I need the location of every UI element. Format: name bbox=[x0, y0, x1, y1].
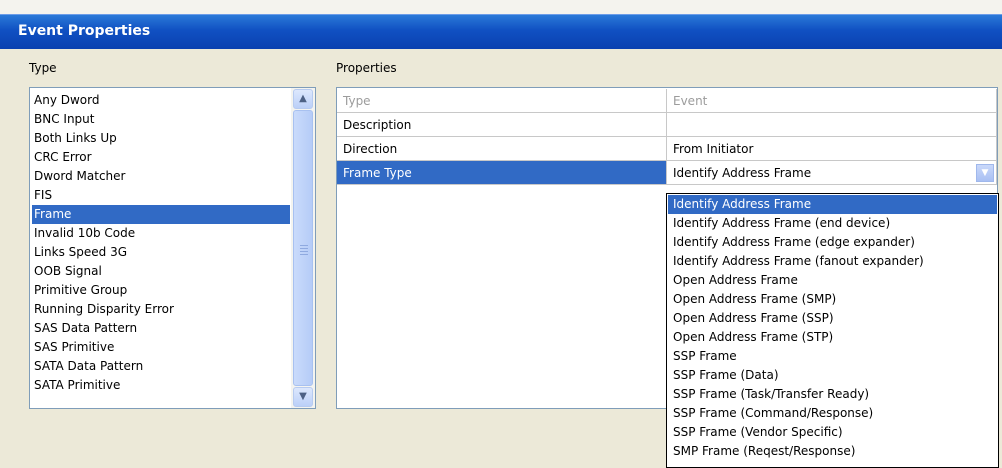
description-value-field[interactable] bbox=[667, 113, 997, 137]
type-item-both-links-up[interactable]: Both Links Up bbox=[32, 129, 290, 148]
thumb-grip-line bbox=[300, 254, 308, 255]
property-name: Direction bbox=[337, 137, 667, 161]
scroll-down-button[interactable]: ▼ bbox=[293, 387, 313, 407]
type-item-running-disparity-error[interactable]: Running Disparity Error bbox=[32, 300, 290, 319]
dropdown-option[interactable]: Identify Address Frame bbox=[668, 195, 997, 214]
scroll-up-button[interactable]: ▲ bbox=[293, 89, 313, 109]
dropdown-option[interactable]: Open Address Frame (SMP) bbox=[668, 290, 997, 309]
properties-label: Properties bbox=[336, 61, 397, 75]
property-row-type[interactable]: Type Event bbox=[337, 89, 997, 113]
property-row-description[interactable]: Description bbox=[337, 113, 997, 137]
dropdown-option[interactable]: Identify Address Frame (fanout expander) bbox=[668, 252, 997, 271]
chevron-down-icon: ▼ bbox=[299, 391, 307, 402]
dropdown-option[interactable]: SSP Frame (Data) bbox=[668, 366, 997, 385]
type-item-sata-primitive[interactable]: SATA Primitive bbox=[32, 376, 290, 395]
chevron-up-icon: ▲ bbox=[299, 93, 307, 104]
background-strip bbox=[0, 0, 1002, 14]
type-item-links-speed-3g[interactable]: Links Speed 3G bbox=[32, 243, 290, 262]
dropdown-option[interactable]: Identify Address Frame (edge expander) bbox=[668, 233, 997, 252]
type-item-dword-matcher[interactable]: Dword Matcher bbox=[32, 167, 290, 186]
property-name: Type bbox=[337, 89, 667, 113]
dropdown-option[interactable]: Identify Address Frame (end device) bbox=[668, 214, 997, 233]
window-title: Event Properties bbox=[18, 23, 151, 39]
property-name: Description bbox=[337, 113, 667, 137]
type-item-invalid-10b-code[interactable]: Invalid 10b Code bbox=[32, 224, 290, 243]
chevron-down-icon: ▼ bbox=[981, 168, 989, 178]
property-row-frame-type[interactable]: Frame Type Identify Address Frame ▼ bbox=[337, 161, 997, 185]
frame-type-combobox[interactable]: Identify Address Frame ▼ bbox=[667, 161, 997, 185]
dropdown-option[interactable]: SSP Frame bbox=[668, 347, 997, 366]
dropdown-option[interactable]: Open Address Frame (STP) bbox=[668, 328, 997, 347]
type-item-any-dword[interactable]: Any Dword bbox=[32, 91, 290, 110]
property-name: Frame Type bbox=[337, 161, 667, 185]
type-item-oob-signal[interactable]: OOB Signal bbox=[32, 262, 290, 281]
dropdown-option[interactable]: Open Address Frame bbox=[668, 271, 997, 290]
thumb-grip-line bbox=[300, 245, 308, 246]
type-item-crc-error[interactable]: CRC Error bbox=[32, 148, 290, 167]
property-value: Event bbox=[667, 89, 997, 113]
dropdown-option[interactable]: SSP Frame (Command/Response) bbox=[668, 404, 997, 423]
dropdown-option[interactable]: Open Address Frame (SSP) bbox=[668, 309, 997, 328]
dropdown-option[interactable]: SSP Frame (Task/Transfer Ready) bbox=[668, 385, 997, 404]
dropdown-button[interactable]: ▼ bbox=[976, 164, 994, 182]
type-item-fis[interactable]: FIS bbox=[32, 186, 290, 205]
type-item-frame[interactable]: Frame bbox=[32, 205, 290, 224]
frame-type-dropdown-list[interactable]: Identify Address Frame Identify Address … bbox=[666, 193, 999, 468]
type-label: Type bbox=[29, 61, 57, 75]
type-item-bnc-input[interactable]: BNC Input bbox=[32, 110, 290, 129]
scroll-thumb[interactable] bbox=[293, 110, 313, 386]
dropdown-option[interactable]: SSP Frame (Vendor Specific) bbox=[668, 423, 997, 442]
type-listbox[interactable]: Any Dword BNC Input Both Links Up CRC Er… bbox=[29, 87, 316, 409]
thumb-grip-line bbox=[300, 251, 308, 252]
direction-value-field[interactable]: From Initiator bbox=[667, 137, 997, 161]
type-item-sas-primitive[interactable]: SAS Primitive bbox=[32, 338, 290, 357]
dropdown-option[interactable]: SMP Frame (Reqest/Response) bbox=[668, 442, 997, 461]
thumb-grip-line bbox=[300, 248, 308, 249]
title-bar[interactable]: Event Properties bbox=[0, 14, 1002, 49]
type-list-scrollbar[interactable]: ▲ ▼ bbox=[291, 88, 315, 408]
type-item-sata-data-pattern[interactable]: SATA Data Pattern bbox=[32, 357, 290, 376]
property-row-direction[interactable]: Direction From Initiator bbox=[337, 137, 997, 161]
type-item-sas-data-pattern[interactable]: SAS Data Pattern bbox=[32, 319, 290, 338]
type-item-primitive-group[interactable]: Primitive Group bbox=[32, 281, 290, 300]
frame-type-selected-value: Identify Address Frame bbox=[673, 166, 812, 180]
